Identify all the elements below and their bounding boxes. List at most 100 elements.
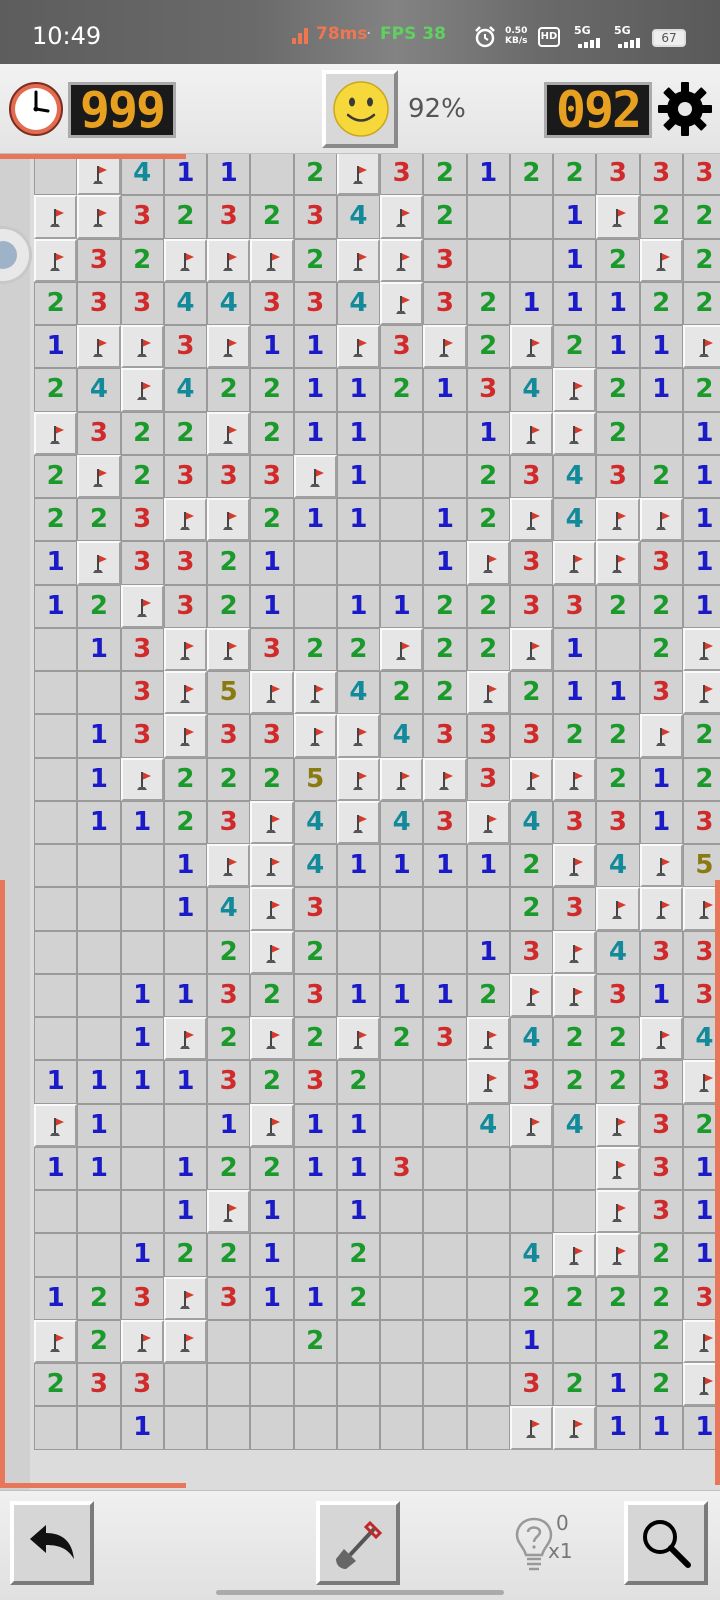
number-cell[interactable]: 2 — [380, 1017, 424, 1061]
flagged-cell[interactable] — [639, 714, 683, 758]
number-cell[interactable]: 2 — [34, 281, 78, 325]
flagged-cell[interactable] — [423, 325, 467, 369]
number-cell[interactable]: 4 — [553, 454, 597, 498]
number-cell[interactable]: 4 — [336, 281, 380, 325]
number-cell[interactable]: 1 — [163, 844, 207, 888]
number-cell[interactable]: 3 — [120, 498, 164, 542]
flagged-cell[interactable] — [336, 757, 380, 801]
flagged-cell[interactable] — [293, 671, 337, 715]
number-cell[interactable]: 1 — [682, 411, 720, 455]
number-cell[interactable]: 2 — [77, 1319, 121, 1363]
number-cell[interactable]: 1 — [423, 541, 467, 585]
number-cell[interactable]: 1 — [682, 498, 720, 542]
flagged-cell[interactable] — [553, 1233, 597, 1277]
number-cell[interactable]: 3 — [163, 454, 207, 498]
number-cell[interactable]: 2 — [163, 195, 207, 239]
number-cell[interactable]: 1 — [250, 1190, 294, 1234]
number-cell[interactable]: 3 — [207, 195, 251, 239]
number-cell[interactable]: 3 — [293, 281, 337, 325]
number-cell[interactable]: 2 — [466, 973, 510, 1017]
empty-cell[interactable] — [250, 1363, 294, 1407]
number-cell[interactable]: 3 — [77, 411, 121, 455]
empty-cell[interactable] — [250, 154, 294, 196]
number-cell[interactable]: 4 — [380, 714, 424, 758]
number-cell[interactable]: 3 — [596, 454, 640, 498]
empty-cell[interactable] — [293, 1190, 337, 1234]
number-cell[interactable]: 3 — [423, 800, 467, 844]
empty-cell[interactable] — [293, 1363, 337, 1407]
flagged-cell[interactable] — [250, 887, 294, 931]
empty-cell[interactable] — [423, 1060, 467, 1104]
number-cell[interactable]: 3 — [509, 1363, 553, 1407]
flagged-cell[interactable] — [77, 325, 121, 369]
number-cell[interactable]: 1 — [336, 844, 380, 888]
flagged-cell[interactable] — [380, 757, 424, 801]
flagged-cell[interactable] — [120, 1319, 164, 1363]
number-cell[interactable]: 2 — [423, 584, 467, 628]
number-cell[interactable]: 1 — [163, 973, 207, 1017]
number-cell[interactable]: 4 — [336, 195, 380, 239]
number-cell[interactable]: 2 — [250, 368, 294, 412]
number-cell[interactable]: 3 — [120, 195, 164, 239]
flagged-cell[interactable] — [293, 454, 337, 498]
number-cell[interactable]: 3 — [509, 454, 553, 498]
number-cell[interactable]: 1 — [34, 1276, 78, 1320]
flagged-cell[interactable] — [596, 1146, 640, 1190]
number-cell[interactable]: 2 — [466, 281, 510, 325]
number-cell[interactable]: 1 — [120, 1406, 164, 1450]
number-cell[interactable]: 2 — [682, 238, 720, 282]
number-cell[interactable]: 5 — [293, 757, 337, 801]
empty-cell[interactable] — [207, 1406, 251, 1450]
flagged-cell[interactable] — [77, 454, 121, 498]
empty-cell[interactable] — [77, 844, 121, 888]
number-cell[interactable]: 2 — [639, 584, 683, 628]
number-cell[interactable]: 1 — [423, 498, 467, 542]
empty-cell[interactable] — [77, 930, 121, 974]
number-cell[interactable]: 1 — [596, 281, 640, 325]
gear-icon[interactable] — [656, 80, 714, 138]
flagged-cell[interactable] — [509, 498, 553, 542]
number-cell[interactable]: 3 — [120, 1363, 164, 1407]
flagged-cell[interactable] — [553, 973, 597, 1017]
number-cell[interactable]: 3 — [596, 154, 640, 196]
empty-cell[interactable] — [466, 238, 510, 282]
number-cell[interactable]: 1 — [77, 1060, 121, 1104]
number-cell[interactable]: 2 — [293, 627, 337, 671]
number-cell[interactable]: 3 — [120, 541, 164, 585]
flagged-cell[interactable] — [596, 1103, 640, 1147]
flagged-cell[interactable] — [336, 238, 380, 282]
number-cell[interactable]: 1 — [336, 1146, 380, 1190]
number-cell[interactable]: 3 — [380, 154, 424, 196]
flagged-cell[interactable] — [553, 844, 597, 888]
flagged-cell[interactable] — [596, 1190, 640, 1234]
number-cell[interactable]: 1 — [423, 368, 467, 412]
number-cell[interactable]: 1 — [380, 584, 424, 628]
number-cell[interactable]: 3 — [639, 1060, 683, 1104]
empty-cell[interactable] — [34, 1233, 78, 1277]
flagged-cell[interactable] — [207, 498, 251, 542]
empty-cell[interactable] — [34, 1406, 78, 1450]
flagged-cell[interactable] — [639, 238, 683, 282]
number-cell[interactable]: 1 — [250, 541, 294, 585]
number-cell[interactable]: 2 — [250, 411, 294, 455]
flagged-cell[interactable] — [509, 1406, 553, 1450]
flagged-cell[interactable] — [596, 498, 640, 542]
number-cell[interactable]: 1 — [596, 325, 640, 369]
number-cell[interactable]: 3 — [293, 887, 337, 931]
flagged-cell[interactable] — [380, 281, 424, 325]
number-cell[interactable]: 4 — [596, 844, 640, 888]
number-cell[interactable]: 2 — [207, 541, 251, 585]
number-cell[interactable]: 2 — [207, 368, 251, 412]
number-cell[interactable]: 2 — [423, 627, 467, 671]
flagged-cell[interactable] — [77, 541, 121, 585]
number-cell[interactable]: 3 — [423, 1017, 467, 1061]
number-cell[interactable]: 1 — [77, 757, 121, 801]
empty-cell[interactable] — [34, 757, 78, 801]
number-cell[interactable]: 1 — [639, 325, 683, 369]
number-cell[interactable]: 3 — [380, 1146, 424, 1190]
empty-cell[interactable] — [34, 671, 78, 715]
number-cell[interactable]: 3 — [77, 1363, 121, 1407]
flagged-cell[interactable] — [207, 238, 251, 282]
flagged-cell[interactable] — [466, 541, 510, 585]
empty-cell[interactable] — [509, 1146, 553, 1190]
